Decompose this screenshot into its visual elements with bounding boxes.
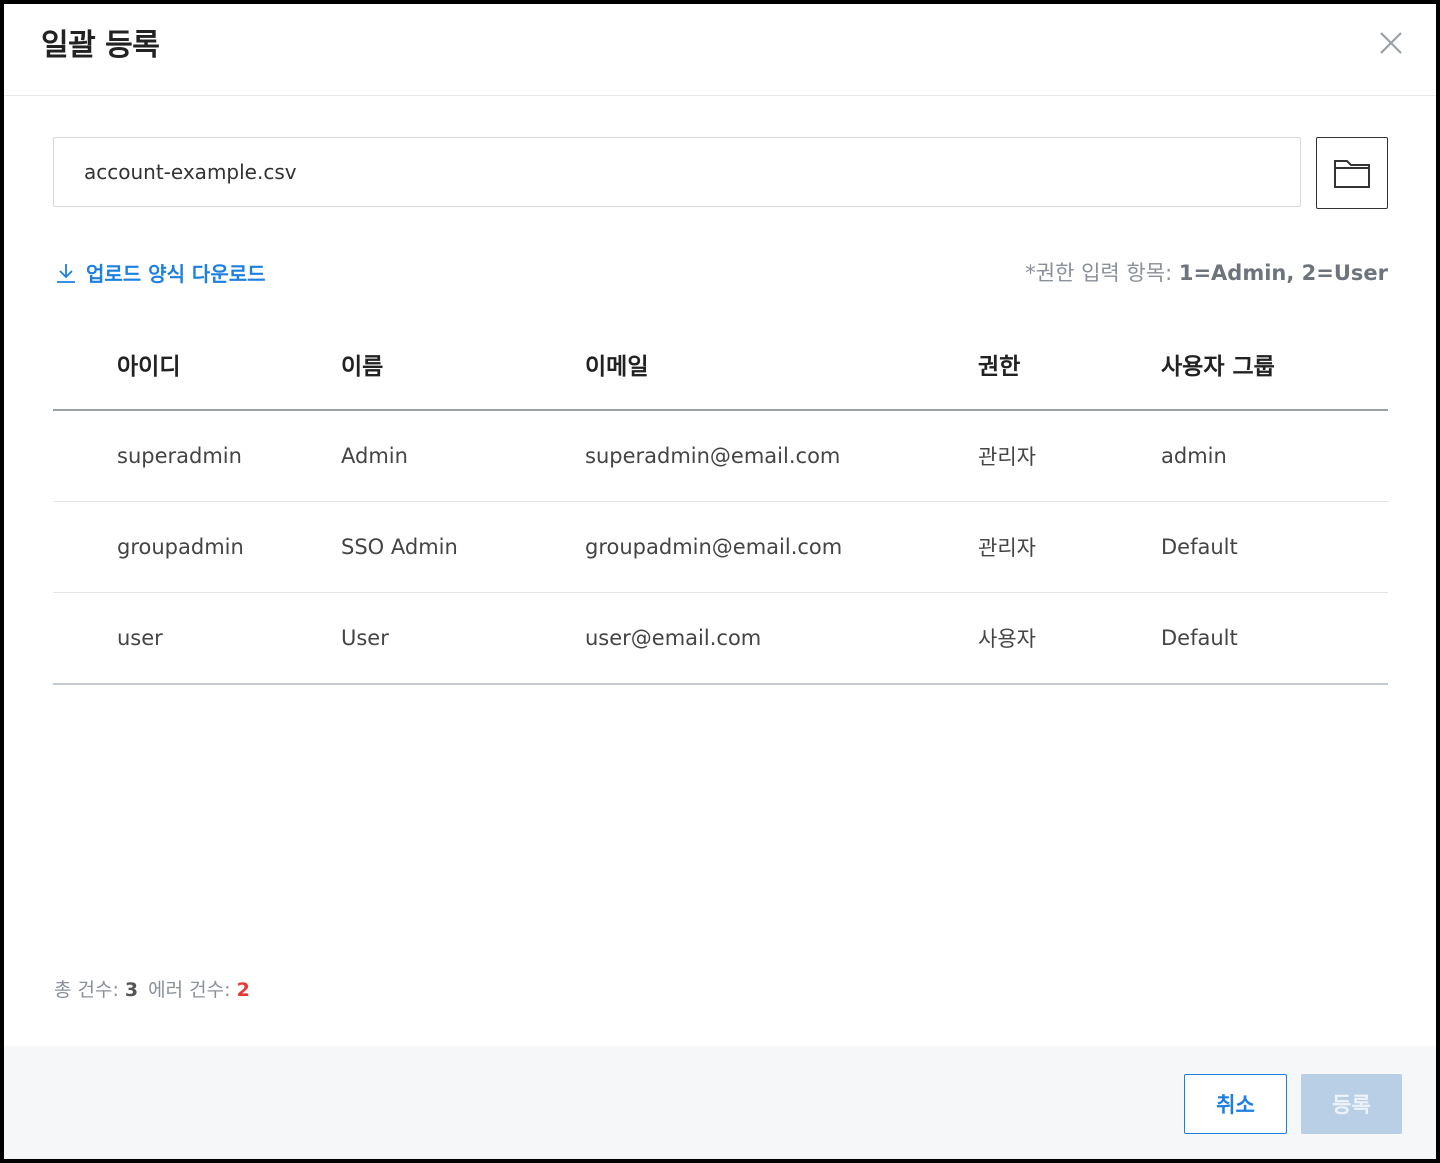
download-template-label: 업로드 양식 다운로드 [86, 262, 266, 286]
table-header: 아이디 이름 이메일 권한 사용자 그룹 [53, 319, 1388, 411]
cell-name: SSO Admin [341, 535, 458, 559]
column-header-email: 이메일 [585, 354, 649, 380]
column-header-role: 권한 [978, 354, 1021, 380]
total-count-value: 3 [124, 979, 139, 1001]
bulk-register-dialog: 일괄 등록 업로드 양식 다운로드 *권한 입력 항목: 1=Admin, 2=… [4, 4, 1436, 1159]
browse-file-button[interactable] [1316, 137, 1388, 209]
role-hint-prefix: *권한 입력 항목: [1025, 261, 1179, 285]
table-row: groupadmin SSO Admin groupadmin@email.co… [53, 502, 1388, 593]
cell-name: User [341, 626, 389, 650]
dialog-footer: 취소 등록 [4, 1046, 1436, 1159]
role-input-hint: *권한 입력 항목: 1=Admin, 2=User [1025, 257, 1388, 287]
cell-id: user [117, 626, 163, 650]
cell-role: 사용자 [978, 627, 1036, 651]
cell-email: groupadmin@email.com [585, 535, 843, 559]
file-name-field[interactable] [53, 137, 1301, 207]
column-header-name: 이름 [341, 354, 384, 380]
close-icon [1380, 32, 1402, 54]
folder-icon [1334, 160, 1370, 188]
cell-name: Admin [341, 444, 408, 468]
column-header-id: 아이디 [117, 354, 181, 380]
cell-user-group: Default [1161, 626, 1238, 650]
dialog-title: 일괄 등록 [41, 28, 160, 63]
cell-user-group: admin [1161, 444, 1227, 468]
register-button[interactable]: 등록 [1301, 1074, 1402, 1134]
column-header-user-group: 사용자 그룹 [1161, 354, 1275, 380]
cell-id: groupadmin [117, 535, 244, 559]
cell-email: user@email.com [585, 626, 762, 650]
record-counts: 총 건수: 3 에러 건수: 2 [54, 975, 250, 1002]
close-button[interactable] [1376, 28, 1406, 58]
total-count-label: 총 건수: [54, 979, 125, 1001]
error-count-value: 2 [236, 979, 250, 1001]
role-hint-values: 1=Admin, 2=User [1178, 261, 1388, 285]
preview-table: 아이디 이름 이메일 권한 사용자 그룹 superadmin Admin su… [53, 319, 1388, 685]
table-row: superadmin Admin superadmin@email.com 관리… [53, 411, 1388, 502]
table-row: user User user@email.com 사용자 Default [53, 593, 1388, 685]
cell-role: 관리자 [978, 536, 1036, 560]
dialog-header: 일괄 등록 [4, 4, 1436, 96]
cell-user-group: Default [1161, 535, 1238, 559]
error-count-label: 에러 건수: [148, 979, 237, 1001]
cell-email: superadmin@email.com [585, 444, 841, 468]
download-template-link[interactable]: 업로드 양식 다운로드 [55, 258, 266, 287]
cancel-button[interactable]: 취소 [1184, 1074, 1287, 1134]
download-icon [55, 262, 77, 284]
cell-role: 관리자 [978, 445, 1036, 469]
cell-id: superadmin [117, 444, 242, 468]
